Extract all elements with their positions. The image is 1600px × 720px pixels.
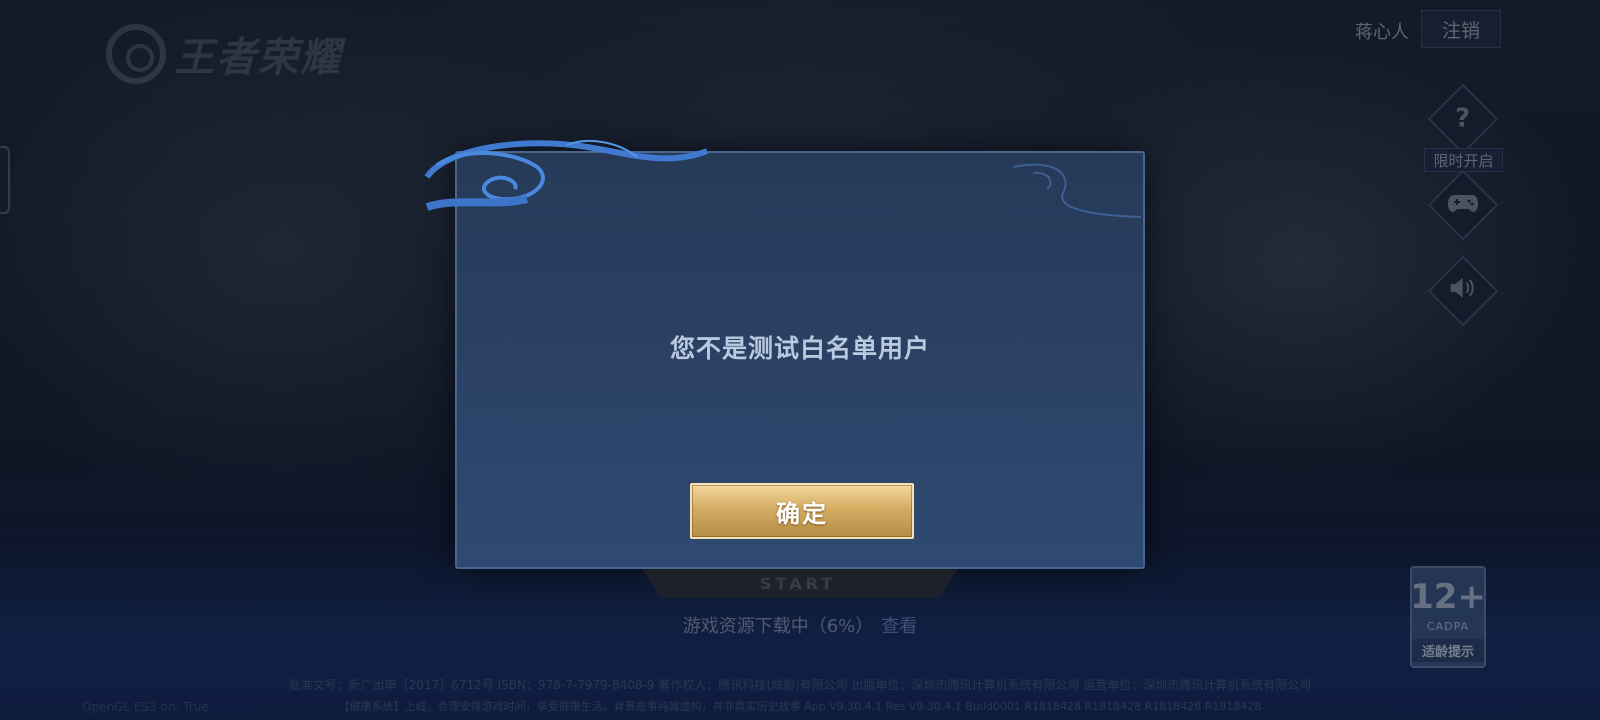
cloud-ornament-right-icon <box>1013 163 1142 218</box>
confirm-button[interactable]: 确定 <box>690 483 914 539</box>
alert-dialog: 您不是测试白名单用户 确定 <box>424 140 1145 569</box>
dialog-message: 您不是测试白名单用户 <box>669 334 930 363</box>
confirm-label: 确定 <box>776 499 828 528</box>
cloud-ornament-left-icon <box>424 140 709 211</box>
